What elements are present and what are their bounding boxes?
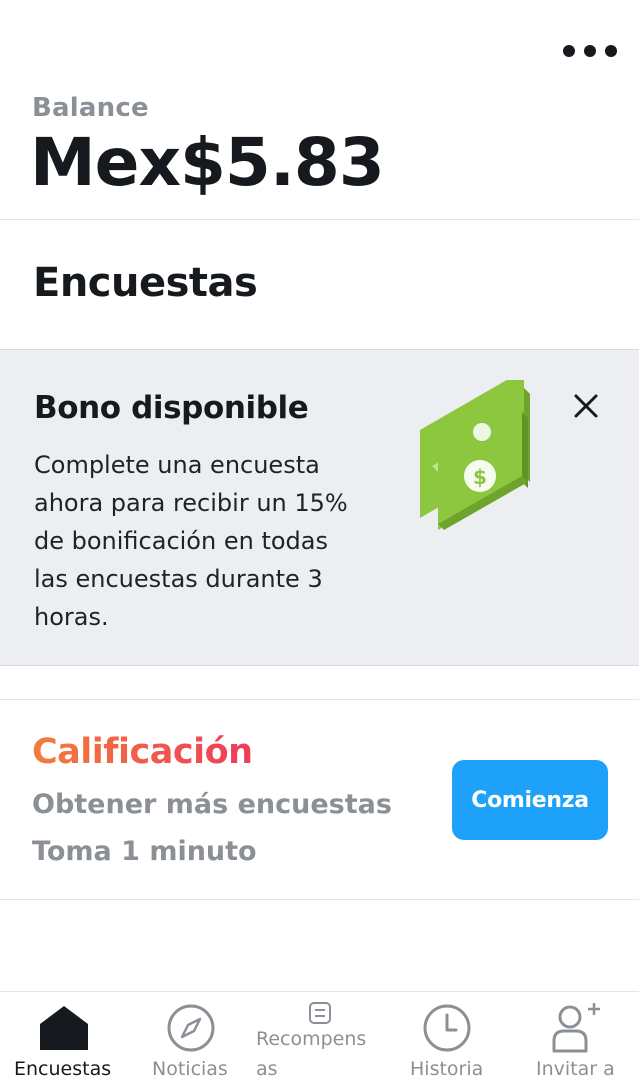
bonus-card: Bono disponible Complete una encuesta ah… [0, 349, 639, 666]
nav-item-noticias[interactable]: Noticias [140, 992, 245, 1090]
bonus-description: Complete una encuesta ahora para recibir… [34, 451, 348, 631]
nav-label: Historia [410, 1058, 484, 1080]
page-title: Encuestas [33, 260, 258, 306]
nav-item-invitar[interactable]: Invitar a [526, 992, 636, 1090]
nav-label: Recompens [256, 1028, 367, 1050]
svg-text:$: $ [473, 465, 487, 489]
bottom-navigation: Encuestas Noticias Recompens as Historia [0, 991, 639, 1090]
rating-title: Calificación [32, 732, 253, 772]
money-bills-icon: $ [412, 380, 538, 532]
rating-survey-card[interactable]: Calificación Obtener más encuestas Toma … [0, 700, 639, 900]
balance-value: Mex$5.83 [30, 124, 385, 201]
bonus-title: Bono disponible [34, 390, 309, 426]
clock-icon [423, 1004, 471, 1052]
rewards-icon [309, 1002, 331, 1024]
nav-label: Invitar a [536, 1058, 615, 1080]
more-options-button[interactable] [563, 38, 617, 64]
nav-item-encuestas[interactable]: Encuestas [0, 992, 128, 1090]
close-button[interactable] [568, 388, 604, 424]
more-horizontal-icon [563, 45, 575, 57]
nav-label: Encuestas [14, 1058, 112, 1080]
divider [0, 899, 639, 900]
rating-subtitle: Obtener más encuestas [32, 789, 392, 820]
compass-icon [167, 1004, 215, 1052]
nav-label-continued: as [256, 1058, 278, 1080]
nav-item-historia[interactable]: Historia [400, 992, 500, 1090]
nav-item-recompensas[interactable]: Recompens as [250, 992, 380, 1090]
rating-duration: Toma 1 minuto [32, 836, 257, 867]
nav-label: Noticias [152, 1058, 228, 1080]
balance-label: Balance [32, 93, 149, 123]
close-icon [574, 394, 598, 418]
start-button[interactable]: Comienza [452, 760, 608, 840]
add-user-icon [552, 1003, 600, 1053]
divider [0, 219, 639, 220]
home-icon [40, 1006, 88, 1050]
